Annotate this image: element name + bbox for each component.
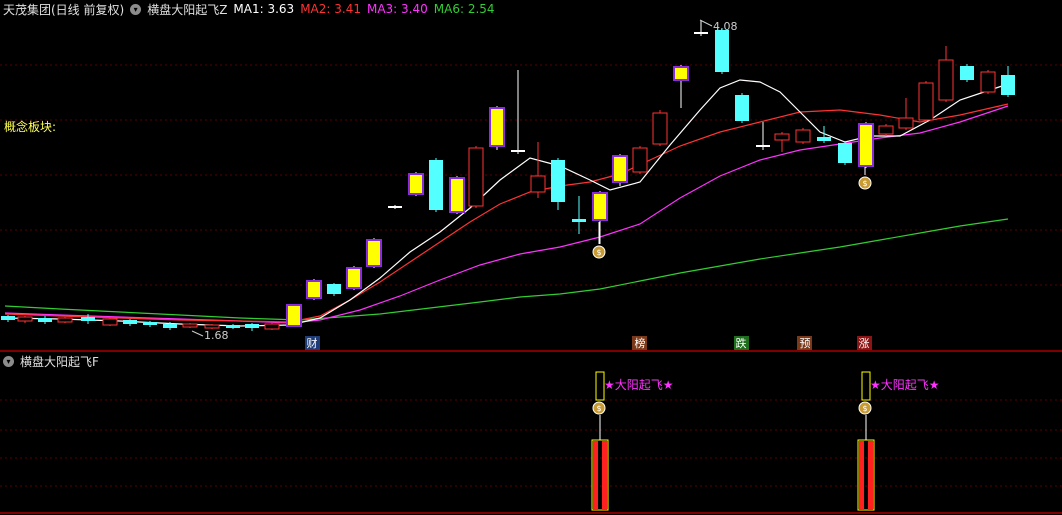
- candle-body: [838, 143, 852, 163]
- indicator-dropdown-icon[interactable]: ▾: [130, 3, 142, 15]
- candle-body: [182, 323, 198, 328]
- candle-body: [17, 316, 33, 322]
- svg-text:1.68: 1.68: [204, 329, 229, 342]
- candle-body: [612, 155, 628, 183]
- candle-body: [123, 320, 137, 324]
- svg-text:$: $: [596, 248, 601, 257]
- event-marker-bang[interactable]: 榜: [632, 336, 647, 350]
- candle-body: [163, 324, 177, 328]
- candle-body: [694, 32, 708, 34]
- stock-title[interactable]: 天茂集团(日线 前复权): [3, 1, 124, 18]
- ma3-value: MA3: 3.40: [366, 2, 428, 16]
- candle-body: [795, 129, 811, 143]
- main-header: 天茂集团(日线 前复权) ▾ 横盘大阳起飞Z MA1: 3.63 MA2: 3.…: [0, 1, 501, 17]
- svg-text:财: 财: [307, 336, 318, 350]
- candle-body: [918, 82, 934, 121]
- candle-body: [264, 323, 280, 330]
- candle-body: [938, 59, 954, 101]
- concept-board-label: 概念板块:: [4, 120, 57, 134]
- candle-body: [346, 267, 362, 289]
- candle-body: [143, 322, 157, 325]
- event-marker-yu[interactable]: 预: [797, 336, 812, 350]
- candle-body: [1, 316, 15, 320]
- candle-body: [530, 175, 546, 193]
- signal-label: ★大阳起飞★: [870, 378, 940, 392]
- svg-text:4.08: 4.08: [713, 20, 738, 33]
- svg-text:$: $: [596, 404, 601, 413]
- kline-chart-canvas[interactable]: 4.08 1.68 $ $ 财 榜 跌 预 涨 $ ★大阳起飞★ $ ★大阳起飞…: [0, 0, 1062, 515]
- candle-body: [489, 107, 505, 147]
- svg-text:涨: 涨: [859, 337, 870, 350]
- candle-body: [572, 219, 586, 222]
- ma1-value: MA1: 3.63: [233, 2, 295, 16]
- event-marker-die[interactable]: 跌: [734, 336, 749, 350]
- candle-body: [327, 284, 341, 294]
- svg-text:预: 预: [800, 337, 811, 350]
- candle-body: [366, 239, 382, 267]
- candle-body: [592, 192, 608, 221]
- candle-body: [774, 133, 790, 141]
- candle-body: [1001, 75, 1015, 95]
- sub-indicator-name[interactable]: 横盘大阳起飞F: [20, 353, 99, 370]
- candle-body: [408, 173, 424, 195]
- money-bag-icon: $: [592, 401, 606, 415]
- candle-body: [226, 325, 240, 328]
- candle-body: [898, 117, 914, 129]
- candle-body: [715, 30, 729, 72]
- candle-body: [817, 137, 831, 141]
- candle-body: [102, 318, 118, 326]
- event-marker-cai[interactable]: 财: [305, 336, 320, 350]
- svg-text:$: $: [862, 179, 867, 188]
- svg-text:榜: 榜: [635, 336, 646, 350]
- candle-body: [57, 317, 73, 323]
- candle-body: [735, 95, 749, 121]
- event-marker-zhang[interactable]: 涨: [857, 336, 872, 350]
- candle-body: [551, 160, 565, 202]
- candle-body: [245, 324, 259, 328]
- sub-header: ▾ 横盘大阳起飞F: [0, 353, 105, 369]
- candle-body: [960, 66, 974, 80]
- ma2-value: MA2: 3.41: [300, 2, 361, 16]
- candle-body: [38, 318, 52, 322]
- candle-body: [449, 177, 465, 213]
- candle-body: [632, 147, 648, 173]
- candle-body: [388, 206, 402, 208]
- candle-body: [878, 125, 894, 135]
- candle-body: [306, 280, 322, 299]
- candle-body: [858, 123, 874, 167]
- candle-body: [756, 145, 770, 147]
- sub-indicator-dropdown-icon[interactable]: ▾: [3, 355, 14, 367]
- svg-text:跌: 跌: [736, 336, 747, 350]
- candle-body: [429, 160, 443, 210]
- candle-body: [286, 304, 302, 327]
- signal-label: ★大阳起飞★: [604, 378, 674, 392]
- svg-text:$: $: [862, 404, 867, 413]
- candle-body: [652, 112, 668, 145]
- indicator-name[interactable]: 横盘大阳起飞Z: [147, 1, 227, 18]
- candle-body: [980, 71, 996, 93]
- money-bag-icon: $: [858, 401, 872, 415]
- candle-body: [511, 150, 525, 152]
- candle-body: [81, 317, 95, 321]
- candle-body: [468, 147, 484, 207]
- candle-body: [204, 324, 220, 329]
- ma6-value: MA6: 2.54: [433, 2, 495, 16]
- candle-body: [673, 66, 689, 81]
